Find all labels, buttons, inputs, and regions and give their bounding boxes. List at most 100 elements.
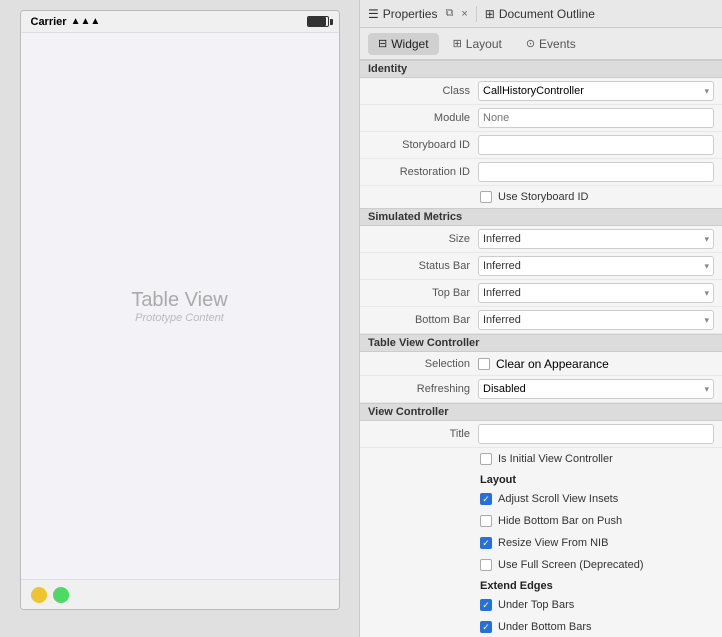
vc-title-value: [478, 424, 714, 444]
resize-view-label: Resize View From NIB: [498, 537, 608, 549]
events-tab-icon: ⊙: [526, 37, 535, 50]
document-outline-label: Document Outline: [499, 7, 595, 21]
bottom-bar-select-arrow: ▾: [704, 315, 709, 326]
simulated-metrics-label: Simulated Metrics: [368, 211, 462, 223]
adjust-scroll-checkbox[interactable]: [480, 493, 492, 505]
bottom-bar-value-container: Inferred ▾: [478, 310, 714, 330]
top-bar-row: Top Bar Inferred ▾: [360, 280, 722, 307]
selection-row: Selection Clear on Appearance: [360, 352, 722, 376]
simulated-metrics-section-header: Simulated Metrics: [360, 208, 722, 226]
under-bottom-bars-checkbox[interactable]: [480, 621, 492, 633]
status-bar-select[interactable]: Inferred ▾: [478, 256, 714, 276]
adjust-scroll-label: Adjust Scroll View Insets: [498, 493, 618, 505]
panel-header: ☰ Properties ⧉ × ⊞ Document Outline: [360, 0, 722, 28]
size-select[interactable]: Inferred ▾: [478, 229, 714, 249]
tab-events[interactable]: ⊙ Events: [516, 33, 586, 55]
use-storyboard-checkbox[interactable]: [480, 191, 492, 203]
refreshing-select-value: Disabled: [483, 383, 526, 395]
restoration-id-label: Restoration ID: [368, 166, 478, 178]
simulator-panel: Carrier ▲▲▲ Table View Prototype Content: [0, 0, 360, 637]
bottom-bar-label: Bottom Bar: [368, 314, 478, 326]
close-panel-button[interactable]: ×: [461, 8, 467, 20]
refreshing-value-container: Disabled ▾: [478, 379, 714, 399]
carrier-info: Carrier ▲▲▲: [31, 16, 101, 28]
full-screen-label: Use Full Screen (Deprecated): [498, 559, 644, 571]
use-storyboard-row: Use Storyboard ID: [360, 186, 722, 208]
view-controller-section-header: View Controller: [360, 403, 722, 421]
table-view-label: Table View: [131, 289, 227, 312]
resize-view-row: Resize View From NIB: [360, 532, 722, 554]
under-bottom-bars-label: Under Bottom Bars: [498, 621, 592, 633]
class-select-value: CallHistoryController: [483, 85, 584, 97]
selection-checkbox[interactable]: [478, 358, 490, 370]
properties-content: Identity Class CallHistoryController ▾ M…: [360, 60, 722, 637]
layout-tab-icon: ⊞: [453, 37, 462, 50]
vc-title-label: Title: [368, 428, 478, 440]
bottom-bar-select[interactable]: Inferred ▾: [478, 310, 714, 330]
under-top-bars-row: Under Top Bars: [360, 594, 722, 616]
status-bar-label: Status Bar: [368, 260, 478, 272]
storyboard-id-input[interactable]: [478, 135, 714, 155]
identity-label: Identity: [368, 63, 407, 75]
top-bar-value-container: Inferred ▾: [478, 283, 714, 303]
is-initial-checkbox[interactable]: [480, 453, 492, 465]
top-bar-label: Top Bar: [368, 287, 478, 299]
size-select-arrow: ▾: [704, 234, 709, 245]
layout-sub-label: Layout: [360, 470, 722, 488]
refreshing-label: Refreshing: [368, 383, 478, 395]
selection-label: Selection: [368, 358, 478, 370]
full-screen-checkbox[interactable]: [480, 559, 492, 571]
wifi-icon: ▲▲▲: [71, 16, 101, 27]
size-label: Size: [368, 233, 478, 245]
top-bar-select-arrow: ▾: [704, 288, 709, 299]
tab-widget[interactable]: ⊟ Widget: [368, 33, 439, 55]
restoration-id-input[interactable]: [478, 162, 714, 182]
module-input[interactable]: [478, 108, 714, 128]
under-top-bars-label: Under Top Bars: [498, 599, 574, 611]
hide-bottom-bar-row: Hide Bottom Bar on Push: [360, 510, 722, 532]
status-bar: Carrier ▲▲▲: [21, 11, 339, 33]
properties-label: Properties: [383, 7, 438, 21]
divider: [476, 6, 477, 22]
properties-panel: ☰ Properties ⧉ × ⊞ Document Outline ⊟ Wi…: [360, 0, 722, 637]
class-row: Class CallHistoryController ▾: [360, 78, 722, 105]
events-tab-label: Events: [539, 37, 576, 51]
status-bar-value-container: Inferred ▾: [478, 256, 714, 276]
under-bottom-bars-row: Under Bottom Bars: [360, 616, 722, 637]
tab-layout[interactable]: ⊞ Layout: [443, 33, 512, 55]
bottom-btn-yellow[interactable]: [31, 587, 47, 603]
widget-tab-icon: ⊟: [378, 37, 387, 50]
top-bar-select[interactable]: Inferred ▾: [478, 283, 714, 303]
vc-title-input[interactable]: [478, 424, 714, 444]
refreshing-select[interactable]: Disabled ▾: [478, 379, 714, 399]
class-select[interactable]: CallHistoryController ▾: [478, 81, 714, 101]
storyboard-id-row: Storyboard ID: [360, 132, 722, 159]
device-bottom-bar: [21, 579, 339, 609]
module-value-container: [478, 108, 714, 128]
title-row: Title: [360, 421, 722, 448]
prototype-content-label: Prototype Content: [135, 312, 224, 324]
table-view-controller-label: Table View Controller: [368, 337, 479, 349]
restoration-id-row: Restoration ID: [360, 159, 722, 186]
bottom-btn-green[interactable]: [53, 587, 69, 603]
properties-title: ☰ Properties: [368, 7, 437, 21]
bottom-bar-row: Bottom Bar Inferred ▾: [360, 307, 722, 334]
hide-bottom-bar-checkbox[interactable]: [480, 515, 492, 527]
clear-on-appearance-label: Clear on Appearance: [496, 357, 609, 371]
top-bar-select-value: Inferred: [483, 287, 521, 299]
adjust-scroll-row: Adjust Scroll View Insets: [360, 488, 722, 510]
use-storyboard-label: Use Storyboard ID: [498, 191, 588, 203]
refreshing-select-arrow: ▾: [704, 384, 709, 395]
battery-fill: [308, 17, 326, 26]
under-top-bars-checkbox[interactable]: [480, 599, 492, 611]
detach-button[interactable]: ⧉: [445, 7, 453, 20]
refreshing-row: Refreshing Disabled ▾: [360, 376, 722, 403]
class-label: Class: [368, 85, 478, 97]
table-view-controller-section-header: Table View Controller: [360, 334, 722, 352]
properties-icon: ☰: [368, 7, 379, 21]
identity-section-header: Identity: [360, 60, 722, 78]
layout-tab-label: Layout: [466, 37, 502, 51]
class-value-container: CallHistoryController ▾: [478, 81, 714, 101]
storyboard-id-value: [478, 135, 714, 155]
resize-view-checkbox[interactable]: [480, 537, 492, 549]
